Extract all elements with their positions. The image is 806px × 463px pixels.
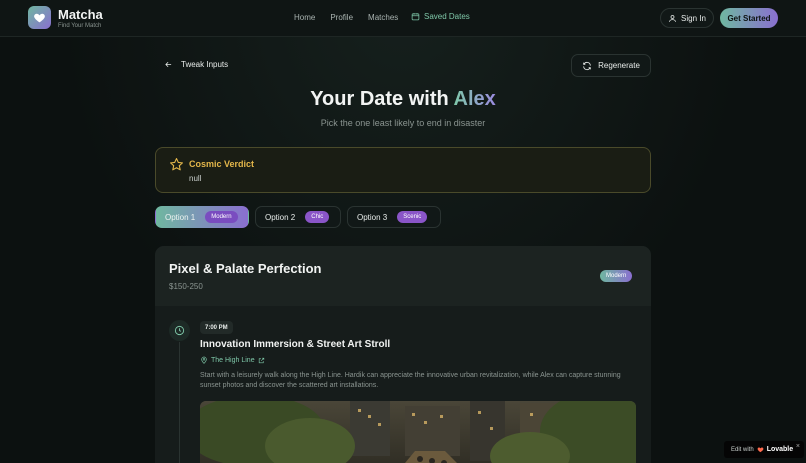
option-1-label: Option 1 bbox=[165, 212, 196, 222]
regenerate-label: Regenerate bbox=[598, 61, 640, 70]
tweak-inputs-label: Tweak Inputs bbox=[181, 60, 229, 69]
option-3-tag: Scenic bbox=[397, 211, 428, 223]
event-title: Innovation Immersion & Street Art Stroll bbox=[200, 339, 391, 350]
lovable-prefix: Edit with bbox=[731, 446, 754, 453]
plan-price: $150-250 bbox=[169, 282, 203, 291]
event-photo bbox=[200, 401, 636, 463]
brand-name[interactable]: Matcha bbox=[58, 7, 103, 22]
page-subtitle: Pick the one least likely to end in disa… bbox=[320, 118, 486, 128]
timeline-line bbox=[179, 342, 180, 463]
plan-header: Pixel & Palate Perfection $150-250 Moder… bbox=[155, 246, 651, 306]
plan-title: Pixel & Palate Perfection bbox=[169, 261, 322, 276]
brand-tagline: Find Your Match bbox=[58, 23, 102, 29]
refresh-icon bbox=[583, 61, 591, 70]
event-description: Start with a leisurely walk along the Hi… bbox=[200, 372, 621, 389]
lovable-brand: Lovable bbox=[766, 446, 794, 453]
navbar: Matcha Find Your Match Home Profile Matc… bbox=[0, 0, 806, 37]
nav-link-matches[interactable]: Matches bbox=[368, 13, 398, 22]
sign-in-label: Sign In bbox=[681, 13, 706, 23]
external-link-icon bbox=[258, 357, 264, 363]
page-title: Your Date with Alex bbox=[0, 88, 806, 111]
option-3-label: Option 3 bbox=[357, 212, 388, 222]
nav-saved-label: Saved Dates bbox=[424, 12, 470, 21]
close-icon[interactable]: × bbox=[796, 443, 800, 450]
nav-link-profile[interactable]: Profile bbox=[330, 13, 353, 22]
nav-link-home[interactable]: Home bbox=[294, 13, 315, 22]
partner-name: Alex bbox=[453, 88, 496, 110]
logo-heart-icon[interactable] bbox=[28, 6, 51, 29]
title-prefix: Your Date with bbox=[310, 88, 454, 110]
star-icon bbox=[170, 158, 183, 171]
map-pin-icon bbox=[201, 356, 207, 364]
option-1-tag: Modern bbox=[205, 211, 238, 223]
tweak-inputs-button[interactable]: Tweak Inputs bbox=[164, 60, 228, 69]
cosmic-verdict-panel: Cosmic Verdict null bbox=[155, 147, 651, 193]
plan-style-badge: Modern bbox=[600, 270, 633, 282]
event-location-link[interactable]: The High Line bbox=[200, 356, 265, 364]
sign-in-button[interactable]: Sign In bbox=[660, 8, 714, 28]
arrow-left-icon bbox=[165, 61, 172, 68]
get-started-button[interactable]: Get Started bbox=[720, 8, 778, 28]
nav-links: Home Profile Matches bbox=[294, 13, 413, 22]
regenerate-button[interactable]: Regenerate bbox=[571, 54, 651, 77]
event-time: 7:00 PM bbox=[200, 321, 233, 334]
clock-icon bbox=[169, 320, 190, 341]
option-2-label: Option 2 bbox=[265, 212, 296, 222]
nav-link-saved-dates[interactable]: Saved Dates bbox=[411, 12, 470, 21]
edit-with-lovable-badge[interactable]: Edit with Lovable × bbox=[724, 441, 804, 458]
calendar-icon bbox=[411, 13, 420, 21]
event-location-label: The High Line bbox=[211, 356, 255, 364]
verdict-body: null bbox=[189, 174, 202, 183]
option-2-tag: Chic bbox=[305, 211, 330, 223]
date-plan-card: Pixel & Palate Perfection $150-250 Moder… bbox=[155, 246, 651, 463]
option-3-tab[interactable]: Option 3 Scenic bbox=[347, 206, 441, 228]
verdict-title: Cosmic Verdict bbox=[189, 159, 255, 169]
option-2-tab[interactable]: Option 2 Chic bbox=[255, 206, 341, 228]
lovable-heart-icon bbox=[757, 447, 764, 453]
option-1-tab[interactable]: Option 1 Modern bbox=[155, 206, 249, 228]
user-icon bbox=[669, 14, 676, 22]
